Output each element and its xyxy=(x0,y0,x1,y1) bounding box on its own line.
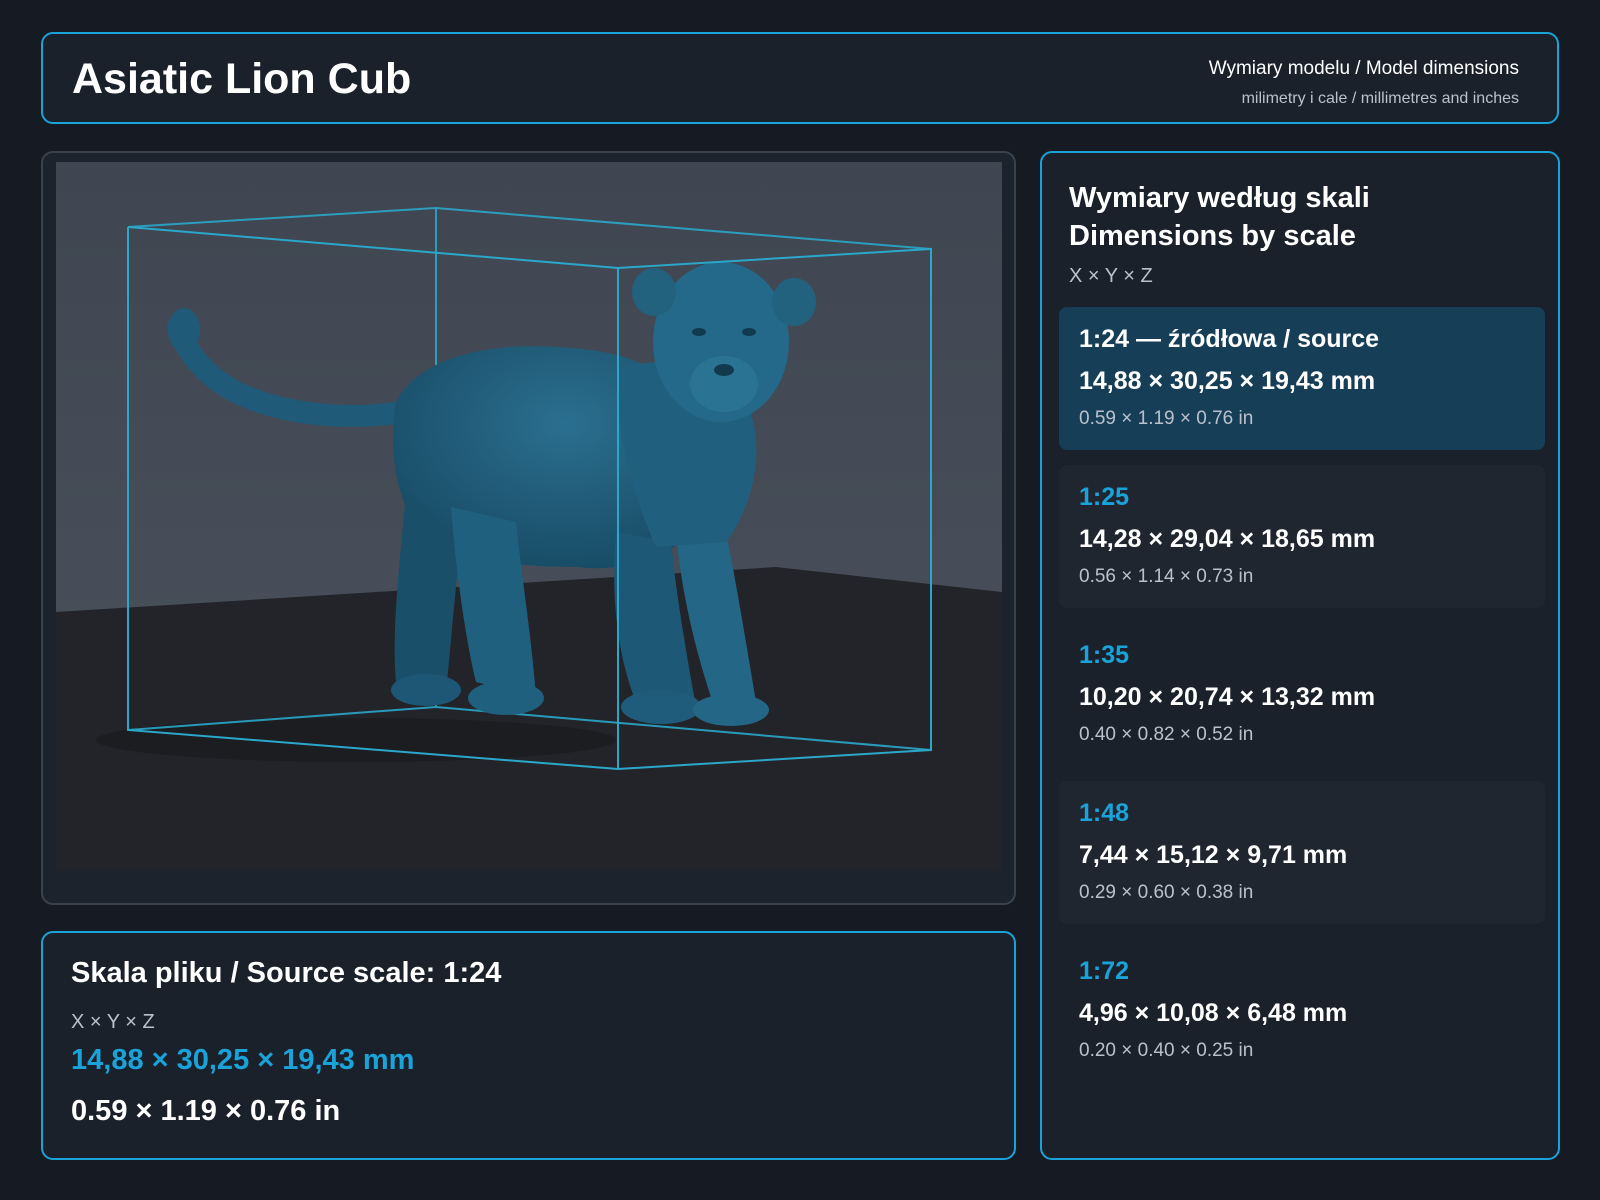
header-bar: Asiatic Lion Cub Wymiary modelu / Model … xyxy=(41,32,1559,124)
viewport-3d[interactable] xyxy=(56,162,1002,871)
scale-dimensions-inches: 0.59 × 1.19 × 0.76 in xyxy=(1079,408,1254,429)
header-info: Wymiary modelu / Model dimensions milime… xyxy=(1209,58,1519,108)
source-scale-title: Skala pliku / Source scale: 1:24 xyxy=(71,957,502,989)
scale-label: 1:25 xyxy=(1079,483,1130,511)
scale-label: 1:35 xyxy=(1079,641,1130,669)
scale-dimensions-mm: 7,44 × 15,12 × 9,71 mm xyxy=(1079,841,1348,869)
source-dimensions-inches: 0.59 × 1.19 × 0.76 in xyxy=(71,1095,341,1127)
scale-dimensions-inches: 0.29 × 0.60 × 0.38 in xyxy=(1079,882,1254,903)
scale-dimensions-inches: 0.40 × 0.82 × 0.52 in xyxy=(1079,724,1254,745)
scale-row-1-25[interactable]: 1:25 14,28 × 29,04 × 18,65 mm 0.56 × 1.1… xyxy=(1059,465,1545,608)
model-viewer xyxy=(41,151,1016,905)
scale-dimensions-mm: 14,88 × 30,25 × 19,43 mm xyxy=(1079,367,1376,395)
page-title: Asiatic Lion Cub xyxy=(72,55,412,103)
scale-label: 1:24 — źródłowa / source xyxy=(1079,325,1380,353)
scale-list: 1:24 — źródłowa / source 14,88 × 30,25 ×… xyxy=(1059,307,1545,1097)
scale-row-1-35[interactable]: 1:35 10,20 × 20,74 × 13,32 mm 0.40 × 0.8… xyxy=(1059,623,1545,766)
scale-dimensions-mm: 4,96 × 10,08 × 6,48 mm xyxy=(1079,999,1348,1027)
source-axes-label: X × Y × Z xyxy=(71,1011,155,1033)
source-scale-card: Skala pliku / Source scale: 1:24 X × Y ×… xyxy=(41,931,1016,1160)
source-dimensions-mm: 14,88 × 30,25 × 19,43 mm xyxy=(71,1044,415,1076)
scales-title-en: Dimensions by scale xyxy=(1069,220,1356,252)
scale-label: 1:48 xyxy=(1079,799,1130,827)
scales-axes-label: X × Y × Z xyxy=(1069,265,1153,287)
scales-title-pl: Wymiary według skali xyxy=(1069,182,1370,214)
scale-dimensions-mm: 14,28 × 29,04 × 18,65 mm xyxy=(1079,525,1376,553)
scale-dimensions-mm: 10,20 × 20,74 × 13,32 mm xyxy=(1079,683,1376,711)
scale-row-1-24[interactable]: 1:24 — źródłowa / source 14,88 × 30,25 ×… xyxy=(1059,307,1545,450)
render-canvas xyxy=(56,162,1002,871)
scales-panel: Wymiary według skali Dimensions by scale… xyxy=(1040,151,1560,1160)
scale-dimensions-inches: 0.56 × 1.14 × 0.73 in xyxy=(1079,566,1254,587)
floor xyxy=(56,567,1002,871)
scales-panel-title: Wymiary według skali Dimensions by scale xyxy=(1069,179,1370,255)
model-shadow xyxy=(96,718,616,762)
header-subtitle: Wymiary modelu / Model dimensions xyxy=(1208,58,1519,79)
header-units-note: milimetry i cale / millimetres and inche… xyxy=(1241,90,1519,107)
scale-row-1-48[interactable]: 1:48 7,44 × 15,12 × 9,71 mm 0.29 × 0.60 … xyxy=(1059,781,1545,924)
scale-label: 1:72 xyxy=(1079,957,1130,985)
scale-dimensions-inches: 0.20 × 0.40 × 0.25 in xyxy=(1079,1040,1254,1061)
scale-row-1-72[interactable]: 1:72 4,96 × 10,08 × 6,48 mm 0.20 × 0.40 … xyxy=(1059,939,1545,1082)
